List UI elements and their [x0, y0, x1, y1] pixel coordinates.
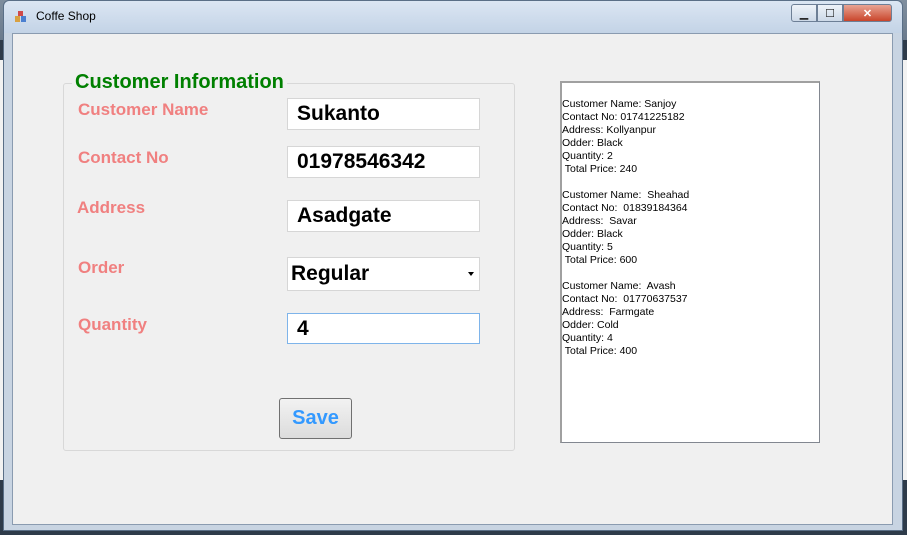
window-title: Coffe Shop: [36, 9, 96, 23]
order-select-value: Regular: [291, 262, 370, 285]
record-line: Contact No: 01741225182: [562, 111, 685, 123]
record-line: Quantity: 5: [562, 241, 613, 253]
address-field[interactable]: Asadgate: [287, 200, 480, 232]
minimize-button[interactable]: ▁: [791, 4, 817, 22]
record-line: Customer Name: Sheahad: [562, 189, 690, 201]
record-line: Odder: Cold: [562, 319, 619, 331]
address-label: Address: [77, 198, 146, 217]
record-line: Customer Name: Sanjoy: [562, 98, 677, 110]
orders-listbox[interactable]: Customer Name: Sanjoy Contact No: 017412…: [560, 81, 820, 443]
record-line: Customer Name: Avash: [562, 280, 676, 292]
title-bar[interactable]: Coffe Shop ▁ ☐ ✕: [4, 1, 902, 33]
contact-no-field[interactable]: 01978546342: [287, 146, 480, 178]
record-line: Address: Kollyanpur: [562, 124, 656, 136]
record-line: Total Price: 400: [562, 345, 638, 357]
record-line: Total Price: 240: [562, 163, 638, 175]
order-select[interactable]: Regular: [287, 257, 480, 291]
record-line: Contact No: 01839184364: [562, 202, 688, 214]
maximize-button[interactable]: ☐: [817, 4, 843, 22]
record-line: Quantity: 4: [562, 332, 613, 344]
quantity-label: Quantity: [78, 315, 147, 334]
record-line: Contact No: 01770637537: [562, 293, 688, 305]
record-line: Quantity: 2: [562, 150, 613, 162]
record-line: Address: Savar: [562, 215, 637, 227]
app-icon: [15, 11, 26, 22]
record-line: Total Price: 600: [562, 254, 638, 266]
contact-no-label: Contact No: [78, 148, 169, 167]
group-title: Customer Information: [72, 71, 287, 94]
record-line: Odder: Black: [562, 137, 623, 149]
save-button[interactable]: Save: [279, 398, 352, 439]
record-line: Odder: Black: [562, 228, 623, 240]
list-item: Customer Name: Avash Contact No: 0177063…: [562, 280, 688, 358]
close-button[interactable]: ✕: [843, 4, 892, 22]
client-area: Customer Information Customer Name Sukan…: [12, 33, 893, 525]
customer-name-field[interactable]: Sukanto: [287, 98, 480, 130]
list-item: Customer Name: Sheahad Contact No: 01839…: [562, 189, 689, 267]
coffe-shop-window: Coffe Shop ▁ ☐ ✕ Customer Information Cu…: [3, 0, 903, 531]
chevron-down-icon[interactable]: [468, 272, 474, 276]
record-line: Address: Farmgate: [562, 306, 655, 318]
quantity-field[interactable]: 4: [287, 313, 480, 344]
order-label: Order: [78, 258, 125, 277]
list-item: Customer Name: Sanjoy Contact No: 017412…: [562, 98, 685, 176]
customer-name-label: Customer Name: [78, 100, 209, 119]
